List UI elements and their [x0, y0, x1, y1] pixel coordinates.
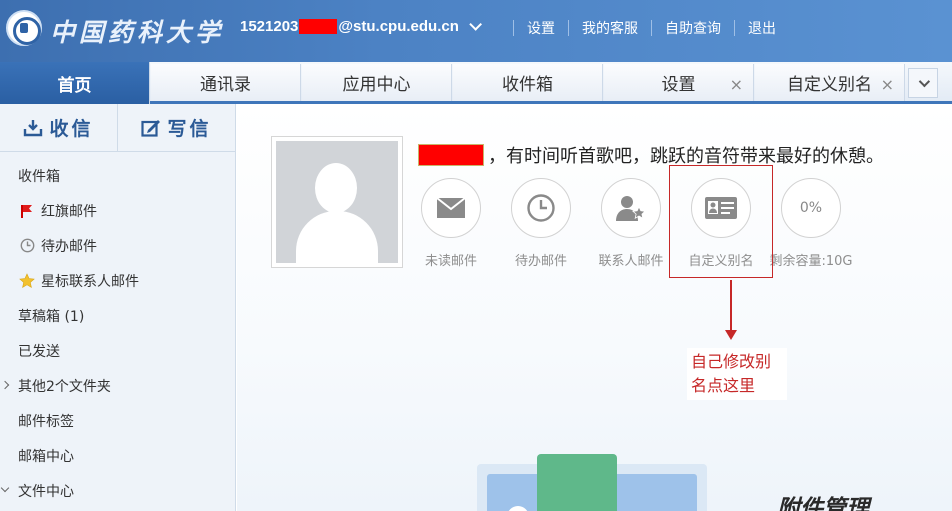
university-seal-logo	[6, 10, 42, 46]
folder-sent[interactable]: 已发送	[0, 333, 235, 368]
folder-starred-contacts[interactable]: 星标联系人邮件	[0, 263, 235, 298]
account-domain: @stu.cpu.edu.cn	[338, 18, 459, 35]
storage-usage-gauge: 0%	[781, 178, 841, 238]
account-menu[interactable]: 1521203 @stu.cpu.edu.cn	[240, 18, 482, 35]
folder-label: 邮箱中心	[18, 448, 74, 465]
download-tray-icon	[24, 119, 43, 136]
folder-label: 其他2个文件夹	[18, 378, 111, 395]
top-header: 中国药科大学 1521203 @stu.cpu.edu.cn 设置 我的客服 自…	[0, 0, 952, 62]
folder-todo[interactable]: 待办邮件	[0, 228, 235, 263]
stat-todo-mail[interactable]: 待办邮件	[496, 178, 586, 269]
redacted-username	[418, 144, 484, 166]
nav-settings-link[interactable]: 设置	[527, 18, 555, 38]
folder-mailbox-center[interactable]: 邮箱中心	[0, 438, 235, 473]
clock-icon	[18, 237, 36, 255]
annotation-note: 自己修改别名点这里	[687, 348, 787, 400]
tab-contacts[interactable]: 通讯录	[151, 64, 301, 101]
mail-actions: 收信 写信	[0, 104, 235, 152]
folder-label: 邮件标签	[18, 413, 74, 430]
folder-drafts[interactable]: 草稿箱 (1)	[0, 298, 235, 333]
nav-divider	[651, 20, 652, 36]
tab-settings[interactable]: 设置 ×	[604, 64, 754, 101]
tab-custom-alias[interactable]: 自定义别名 ×	[755, 64, 905, 101]
nav-divider	[568, 20, 569, 36]
folder-label: 收件箱	[18, 168, 60, 185]
sidebar: 收信 写信 收件箱 红旗邮件 待办邮件 星标联系人邮件 草稿箱 (1) 已发送 …	[0, 104, 236, 511]
tab-overflow-button[interactable]	[908, 68, 938, 98]
folder-other-folders[interactable]: 其他2个文件夹	[0, 368, 235, 403]
clock-icon	[511, 178, 571, 238]
folder-inbox[interactable]: 收件箱	[0, 158, 235, 193]
nav-logout-link[interactable]: 退出	[748, 18, 776, 38]
main-content: ，有时间听首歌吧，跳跃的音符带来最好的休憩。 未读邮件 待办邮件 联系人邮件 自…	[237, 104, 952, 511]
stat-remaining-storage[interactable]: 0% 剩余容量:10G	[766, 178, 856, 269]
stat-label: 待办邮件	[514, 254, 567, 269]
close-icon[interactable]: ×	[881, 75, 894, 94]
annotation-arrow	[730, 280, 732, 332]
arrow-down-icon	[725, 330, 737, 340]
close-icon[interactable]: ×	[730, 75, 743, 94]
stat-label: 联系人邮件	[598, 254, 664, 269]
receive-mail-button[interactable]: 收信	[0, 104, 117, 151]
chevron-down-icon	[918, 75, 931, 88]
top-nav: 设置 我的客服 自助查询 退出	[500, 18, 776, 38]
folder-label: 已发送	[18, 343, 60, 360]
tab-label: 自定义别名	[787, 75, 872, 95]
folder-label: 红旗邮件	[41, 203, 97, 220]
pencil-square-icon	[141, 119, 161, 137]
tab-label: 应用中心	[342, 75, 411, 95]
stat-contact-mail[interactable]: 联系人邮件	[586, 178, 676, 269]
star-icon	[18, 272, 36, 290]
receive-mail-label: 收信	[49, 118, 94, 140]
tab-home[interactable]: 首页	[0, 62, 150, 104]
tab-bar: 首页 通讯录 应用中心 收件箱 设置 × 自定义别名 ×	[0, 62, 952, 104]
contact-star-icon	[601, 178, 661, 238]
default-avatar-icon	[276, 141, 398, 263]
tab-inbox[interactable]: 收件箱	[453, 64, 603, 101]
folder-list: 收件箱 红旗邮件 待办邮件 星标联系人邮件 草稿箱 (1) 已发送 其他2个文件…	[0, 152, 235, 508]
folder-label: 草稿箱 (1)	[18, 308, 85, 325]
stat-unread-mail[interactable]: 未读邮件	[406, 178, 496, 269]
compose-label: 写信	[167, 118, 212, 140]
chevron-down-icon[interactable]	[469, 18, 482, 31]
nav-support-link[interactable]: 我的客服	[582, 18, 638, 38]
folder-mail-tags[interactable]: 邮件标签	[0, 403, 235, 438]
tab-label: 首页	[57, 75, 92, 96]
nav-self-service-link[interactable]: 自助查询	[665, 18, 721, 38]
tab-label: 收件箱	[502, 75, 553, 95]
mail-icon	[421, 178, 481, 238]
folder-flagged[interactable]: 红旗邮件	[0, 193, 235, 228]
compose-button[interactable]: 写信	[117, 104, 235, 151]
avatar[interactable]	[271, 136, 403, 268]
tab-label: 通讯录	[200, 75, 251, 95]
tab-app-center[interactable]: 应用中心	[302, 64, 452, 101]
account-prefix: 1521203	[240, 18, 299, 35]
nav-divider	[513, 20, 514, 36]
stat-label: 剩余容量:10G	[769, 254, 853, 269]
annotation-highlight-box	[669, 165, 773, 278]
university-name-logo: 中国药科大学	[50, 18, 225, 47]
red-flag-icon	[18, 202, 36, 220]
chevron-down-icon[interactable]	[0, 483, 10, 493]
redacted-block	[299, 19, 338, 34]
folder-file-center[interactable]: 文件中心	[0, 473, 235, 508]
folder-label: 文件中心	[18, 483, 74, 500]
greeting: ，有时间听首歌吧，跳跃的音符带来最好的休憩。	[417, 142, 884, 168]
chevron-right-icon[interactable]	[0, 380, 10, 390]
folder-label: 待办邮件	[41, 238, 97, 255]
tab-label: 设置	[661, 75, 696, 95]
folder-label: 星标联系人邮件	[41, 273, 139, 290]
stat-label: 未读邮件	[424, 254, 477, 269]
attachment-manager-title: 附件管理	[777, 496, 869, 511]
attachment-illustration	[477, 444, 707, 511]
nav-divider	[734, 20, 735, 36]
